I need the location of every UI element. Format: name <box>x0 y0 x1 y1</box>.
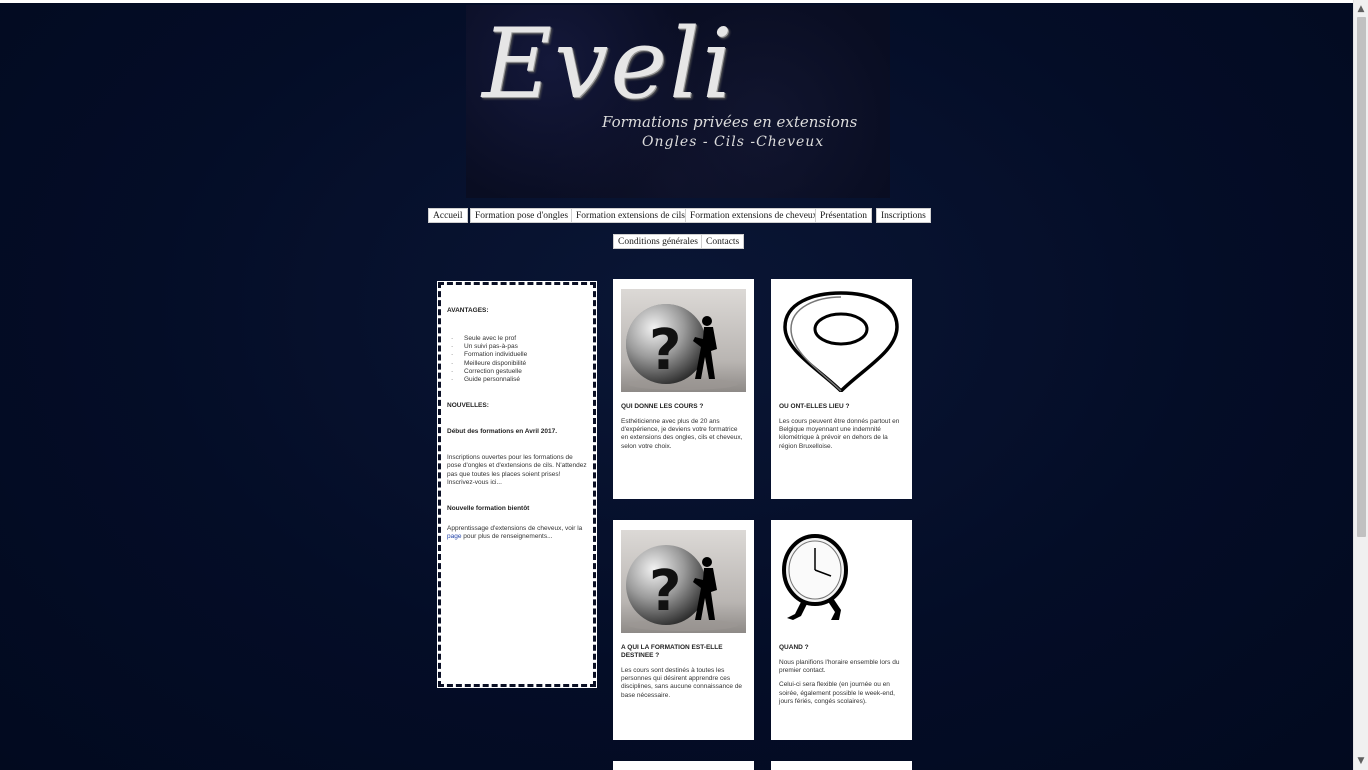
page-background: Eveli Formations privées en extensions O… <box>0 3 1353 770</box>
list-item: Seule avec le prof <box>451 335 587 343</box>
card-paragraph: Nous planifions l'horaire ensemble lors … <box>779 659 900 675</box>
card-when: QUAND ? Nous planifions l'horaire ensemb… <box>771 520 912 740</box>
advantages-heading: AVANTAGES: <box>447 307 489 314</box>
card-text: Esthéticienne avec plus de 20 ans d'expé… <box>621 418 746 451</box>
card-partial <box>771 761 912 770</box>
list-item: Meilleure disponibilité <box>451 360 587 368</box>
card-text: Les cours peuvent être donnés partout en… <box>779 418 904 451</box>
page-link[interactable]: page <box>447 533 461 540</box>
logo-subtitle: Formations privées en extensions <box>602 113 858 131</box>
nav-contacts[interactable]: Contacts <box>701 234 745 249</box>
scrollbar-thumb[interactable] <box>1357 17 1366 537</box>
new-training-text-before: Apprentissage d'extensions de cheveux, v… <box>447 525 583 533</box>
card-title: A QUI LA FORMATION EST-ELLE DESTINEE ? <box>621 644 723 659</box>
svg-text:?: ? <box>649 318 681 383</box>
new-training-text-after: pour plus de renseignements... <box>461 533 553 541</box>
list-item: Un suivi pas-à-pas <box>451 343 587 351</box>
advantages-list: Seule avec le prof Un suivi pas-à-pas Fo… <box>447 335 587 384</box>
card-paragraph: Les cours peuvent être donnés partout en… <box>779 418 900 450</box>
list-item: Guide personnalisé <box>451 376 587 384</box>
card-title: QUAND ? <box>779 644 809 651</box>
scroll-up-arrow-icon[interactable]: ▲ <box>1354 2 1368 16</box>
card-where: OU ONT-ELLES LIEU ? Les cours peuvent êt… <box>771 279 912 499</box>
question-sphere-icon: ? <box>621 530 746 633</box>
nav-presentation[interactable]: Présentation <box>815 208 872 223</box>
list-item: Formation individuelle <box>451 351 587 359</box>
scroll-down-arrow-icon[interactable]: ▼ <box>1354 754 1368 768</box>
svg-text:?: ? <box>649 559 681 624</box>
question-sphere-icon: ? <box>621 289 746 392</box>
card-title: OU ONT-ELLES LIEU ? <box>779 403 850 410</box>
card-partial <box>613 761 754 770</box>
list-item: Correction gestuelle <box>451 368 587 376</box>
card-text: Les cours sont destinés à toutes les per… <box>621 667 746 700</box>
nav-formation-cils[interactable]: Formation extensions de cils <box>571 208 690 223</box>
card-target-audience: ? A QUI LA FORMATION EST-ELLE DESTINEE ?… <box>613 520 754 740</box>
news-inscriptions: Inscriptions ouvertes pour les formation… <box>447 454 587 486</box>
news-heading: NOUVELLES: <box>447 402 489 410</box>
card-title: QUI DONNE LES COURS ? <box>621 403 704 410</box>
logo-tagline: Ongles - Cils -Cheveux <box>642 134 825 150</box>
running-clock-icon <box>779 530 904 633</box>
nav-formation-cheveux[interactable]: Formation extensions de cheveux <box>685 208 823 223</box>
card-paragraph: Celui-ci sera flexible (en journée ou en… <box>779 681 895 705</box>
nav-accueil[interactable]: Accueil <box>428 208 468 223</box>
card-paragraph: Les cours sont destinés à toutes les per… <box>621 667 743 699</box>
new-training-heading: Nouvelle formation bientôt <box>447 505 530 513</box>
news-start: Début des formations en Avril 2017. <box>447 428 558 436</box>
news-sidebar: AVANTAGES: Seule avec le prof Un suivi p… <box>437 281 597 688</box>
site-banner: Eveli Formations privées en extensions O… <box>466 5 890 198</box>
card-text: Nous planifions l'horaire ensemble lors … <box>779 659 904 706</box>
location-pin-icon <box>779 289 904 392</box>
logo-title: Eveli <box>482 8 735 120</box>
nav-inscriptions[interactable]: Inscriptions <box>876 208 931 223</box>
nav-formation-ongles[interactable]: Formation pose d'ongles <box>470 208 574 223</box>
vertical-scrollbar[interactable]: ▲ ▼ <box>1353 0 1368 770</box>
new-training-text: Apprentissage d'extensions de cheveux, v… <box>447 525 587 541</box>
nav-conditions[interactable]: Conditions générales <box>613 234 703 249</box>
card-paragraph: Esthéticienne avec plus de 20 ans d'expé… <box>621 418 743 450</box>
card-who-teaches: ? QUI DONNE LES COURS ? Esthéticienne av… <box>613 279 754 499</box>
